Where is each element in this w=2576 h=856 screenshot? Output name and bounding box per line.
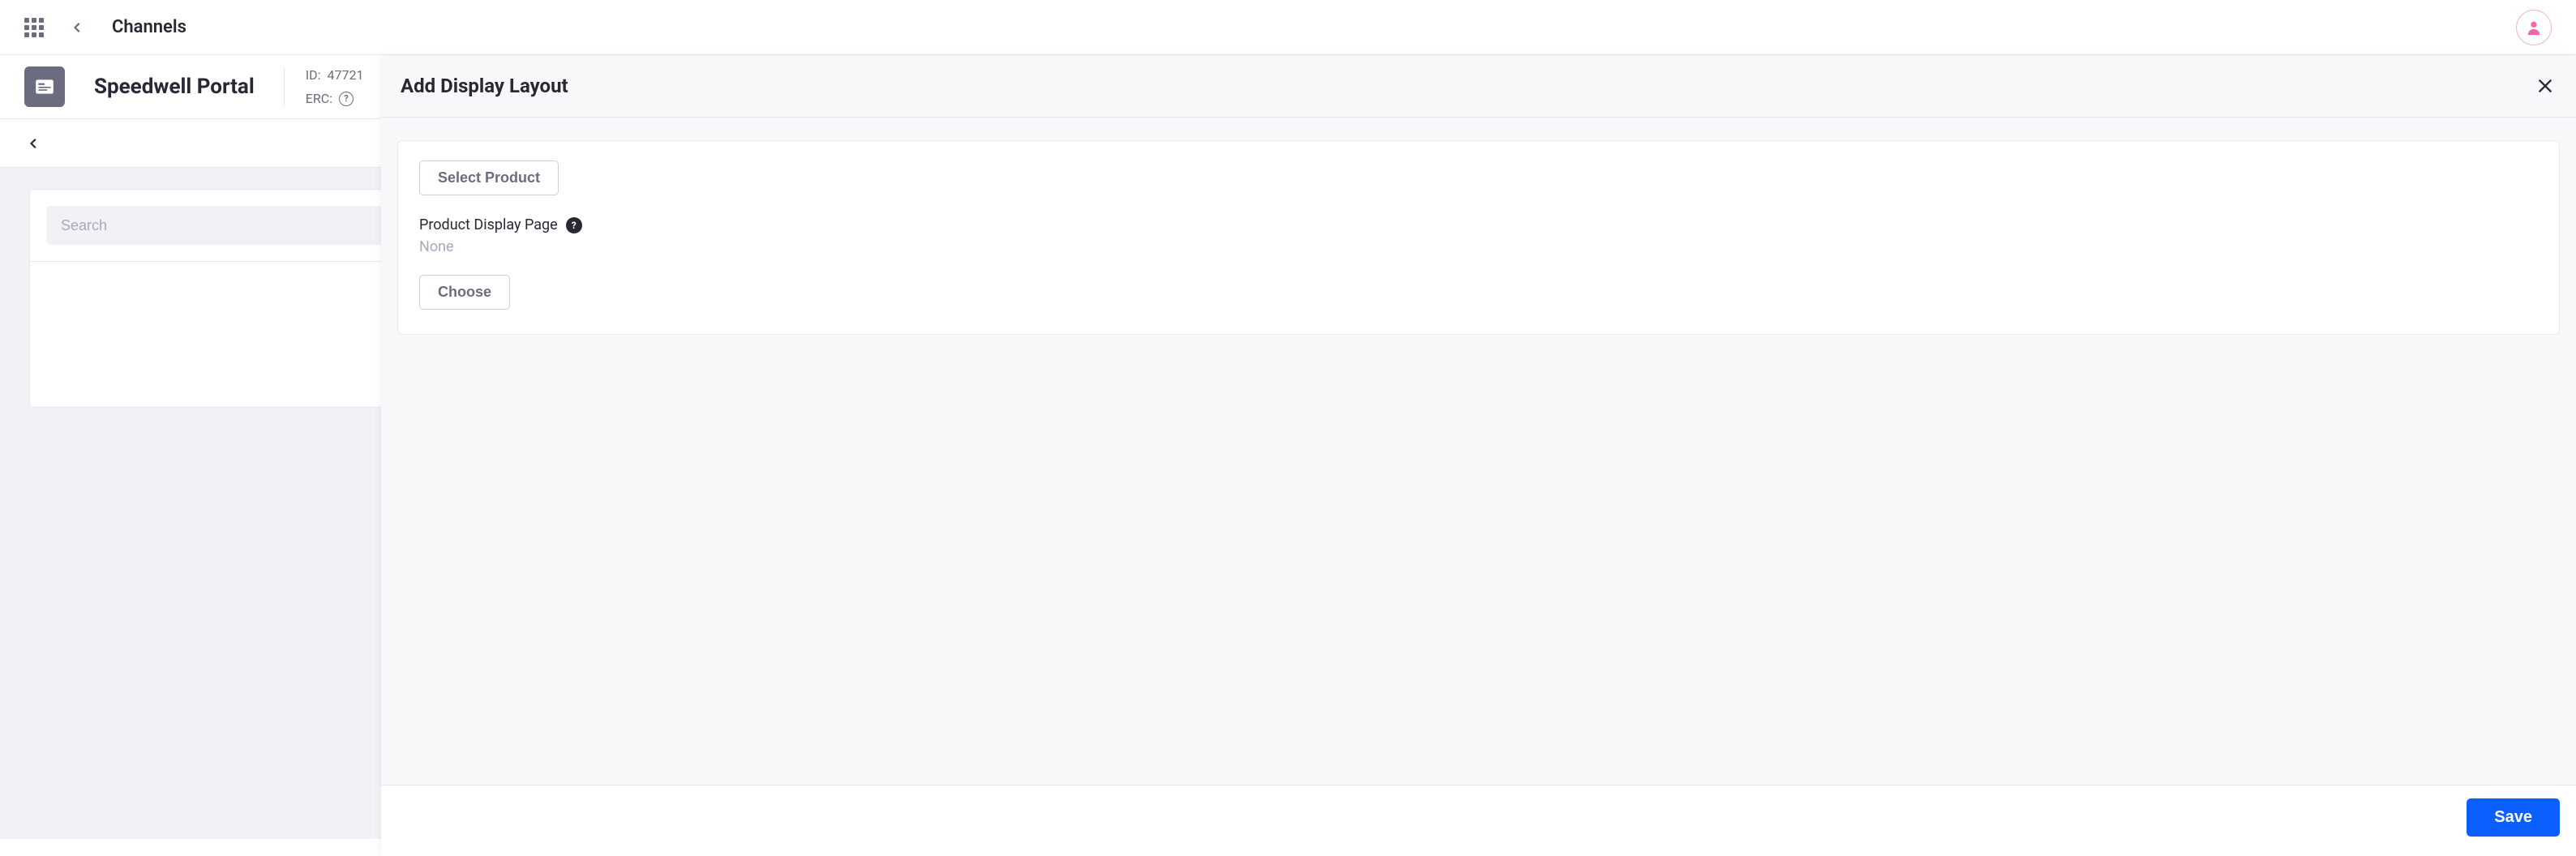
select-product-button[interactable]: Select Product [419, 160, 559, 195]
channel-icon [24, 66, 65, 107]
channel-id-row: ID: 47721 [306, 67, 364, 83]
chevron-left-icon [72, 22, 84, 33]
channel-meta: ID: 47721 ERC: ? [284, 67, 364, 106]
panel-footer: Save [381, 785, 2576, 856]
panel-body: Select Product Product Display Page ? No… [381, 118, 2576, 785]
top-header: Channels [0, 0, 2576, 55]
panel-header: Add Display Layout [381, 55, 2576, 118]
user-avatar[interactable] [2516, 10, 2552, 45]
product-display-page-label: Product Display Page [419, 216, 558, 233]
id-label: ID: [306, 67, 321, 83]
top-header-left: Channels [24, 17, 186, 37]
back-button[interactable] [68, 18, 88, 37]
apps-grid-icon[interactable] [24, 18, 44, 37]
choose-btn-wrap: Choose [419, 275, 2538, 310]
chevron-left-icon [28, 138, 40, 149]
panel-title: Add Display Layout [401, 75, 568, 97]
field-label-row: Product Display Page ? [419, 216, 2538, 233]
page-title: Channels [112, 17, 186, 37]
close-button[interactable] [2534, 75, 2557, 97]
id-value: 47721 [327, 67, 363, 83]
help-icon[interactable]: ? [566, 217, 582, 233]
channel-title: Speedwell Portal [94, 75, 255, 99]
secondary-back-button[interactable] [24, 134, 44, 153]
panel-card: Select Product Product Display Page ? No… [397, 140, 2560, 335]
slide-panel: Add Display Layout Select Product Produc… [381, 55, 2576, 856]
user-icon [2525, 19, 2543, 36]
layout-icon [34, 76, 55, 97]
product-display-page-value: None [419, 238, 2538, 255]
channel-erc-row: ERC: ? [306, 91, 364, 106]
erc-label: ERC: [306, 91, 332, 106]
close-icon [2536, 77, 2554, 95]
save-button[interactable]: Save [2467, 798, 2560, 837]
choose-button[interactable]: Choose [419, 275, 510, 310]
help-icon[interactable]: ? [339, 92, 354, 106]
